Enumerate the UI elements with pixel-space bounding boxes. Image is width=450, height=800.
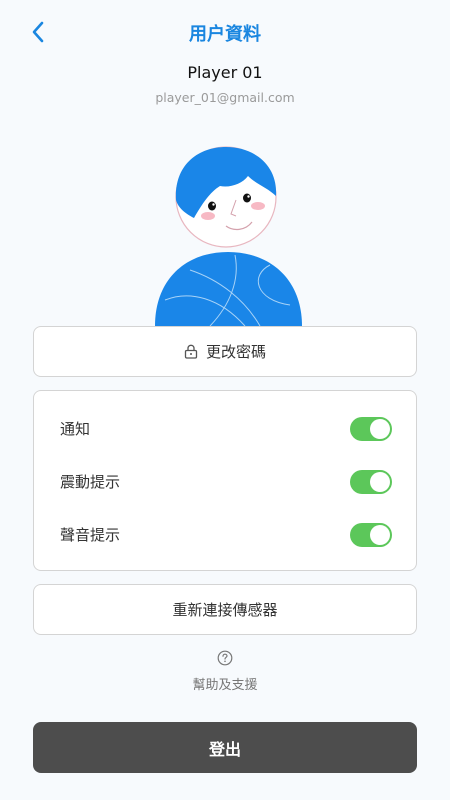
toggle-knob (370, 524, 390, 545)
logout-label: 登出 (208, 739, 241, 759)
reconnect-sensor-label: 重新連接傳感器 (172, 601, 278, 619)
notification-toggle[interactable] (350, 416, 392, 441)
reconnect-sensor-button[interactable]: 重新連接傳感器 (33, 584, 417, 635)
user-avatar-illustration (155, 146, 302, 327)
setting-row-vibration: 震動提示 (34, 455, 416, 508)
lock-icon (184, 344, 198, 359)
profile-screen: 用户資料 Player 01 player_01@gmail.com 更改密碼 … (0, 0, 450, 800)
change-password-button[interactable]: 更改密碼 (33, 326, 417, 377)
help-support-label: 幫助及支援 (192, 678, 258, 693)
logout-button[interactable]: 登出 (33, 722, 417, 773)
change-password-content: 更改密碼 (184, 341, 266, 362)
avatar (150, 140, 310, 330)
page-title: 用户資料 (189, 24, 261, 45)
user-name: Player 01 (187, 63, 263, 82)
header: 用户資料 (0, 0, 450, 64)
toggle-knob (370, 418, 390, 439)
setting-label-vibration: 震動提示 (60, 473, 121, 491)
sound-toggle[interactable] (350, 522, 392, 547)
question-circle-icon (217, 650, 233, 666)
change-password-label: 更改密碼 (205, 343, 266, 361)
setting-label-notification: 通知 (60, 420, 91, 438)
settings-card: 通知 震動提示 聲音提示 (33, 390, 417, 571)
toggle-knob (370, 471, 390, 492)
setting-label-sound: 聲音提示 (60, 526, 121, 544)
setting-row-notification: 通知 (34, 402, 416, 455)
user-email: player_01@gmail.com (155, 90, 295, 105)
setting-row-sound: 聲音提示 (34, 508, 416, 561)
vibration-toggle[interactable] (350, 469, 392, 494)
help-support-link[interactable]: 幫助及支援 (0, 650, 450, 693)
